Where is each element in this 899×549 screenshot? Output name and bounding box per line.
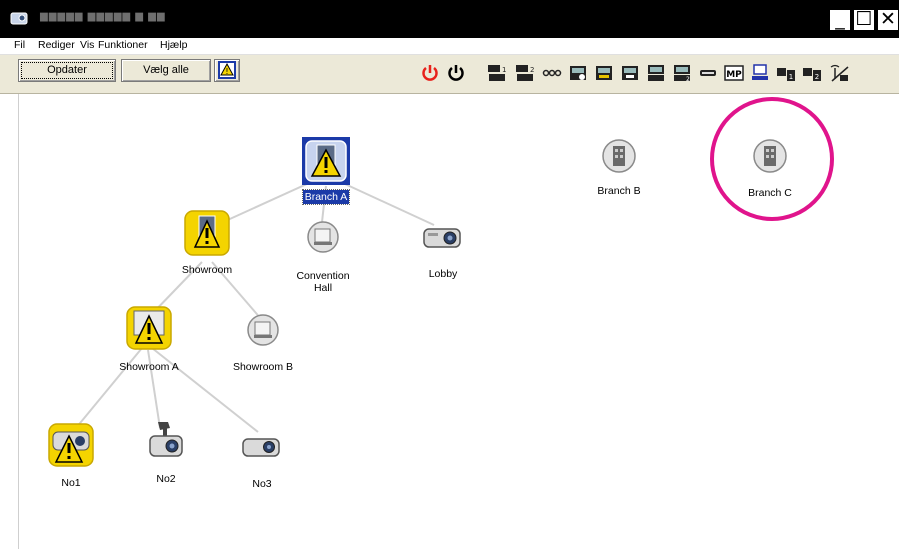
screen-icon	[307, 221, 339, 253]
node-label: Branch B	[597, 185, 641, 197]
node-label: No2	[156, 473, 176, 485]
node-showroom-a[interactable]: Showroom A	[109, 305, 189, 375]
node-label: Lobby	[428, 268, 458, 280]
projector-warning-icon	[48, 423, 94, 467]
node-no3[interactable]: No3	[222, 436, 302, 496]
node-lobby[interactable]: Lobby	[403, 221, 483, 291]
node-no1[interactable]: No1	[31, 422, 111, 492]
node-label: No1	[61, 477, 81, 489]
node-label-line2: Hall	[313, 282, 333, 294]
node-label: Showroom	[181, 264, 233, 276]
building-icon	[753, 139, 787, 173]
node-label: Showroom B	[232, 361, 294, 373]
node-label: No3	[252, 478, 272, 490]
node-convention-hall[interactable]: Convention Hall	[283, 220, 363, 300]
screen-icon	[247, 314, 279, 346]
building-icon	[602, 139, 636, 173]
projector-icon	[423, 228, 461, 248]
building-warning-icon	[302, 137, 350, 185]
node-label: Showroom A	[119, 361, 179, 373]
building-warning-icon	[184, 210, 230, 256]
node-showroom-b[interactable]: Showroom B	[223, 313, 303, 383]
projector-icon	[242, 438, 280, 457]
node-branch-c[interactable]: Branch C	[730, 134, 810, 204]
node-label: Branch A	[301, 189, 351, 205]
node-branch-b[interactable]: Branch B	[579, 134, 659, 204]
screen-warning-icon	[126, 306, 172, 350]
node-showroom[interactable]: Showroom	[167, 209, 247, 279]
node-no2[interactable]: No2	[126, 420, 206, 490]
ceiling-projector-icon	[149, 422, 183, 457]
node-label-line1: Convention	[296, 270, 350, 282]
node-branch-a[interactable]: Branch A	[286, 136, 366, 206]
node-label: Branch C	[748, 187, 792, 199]
